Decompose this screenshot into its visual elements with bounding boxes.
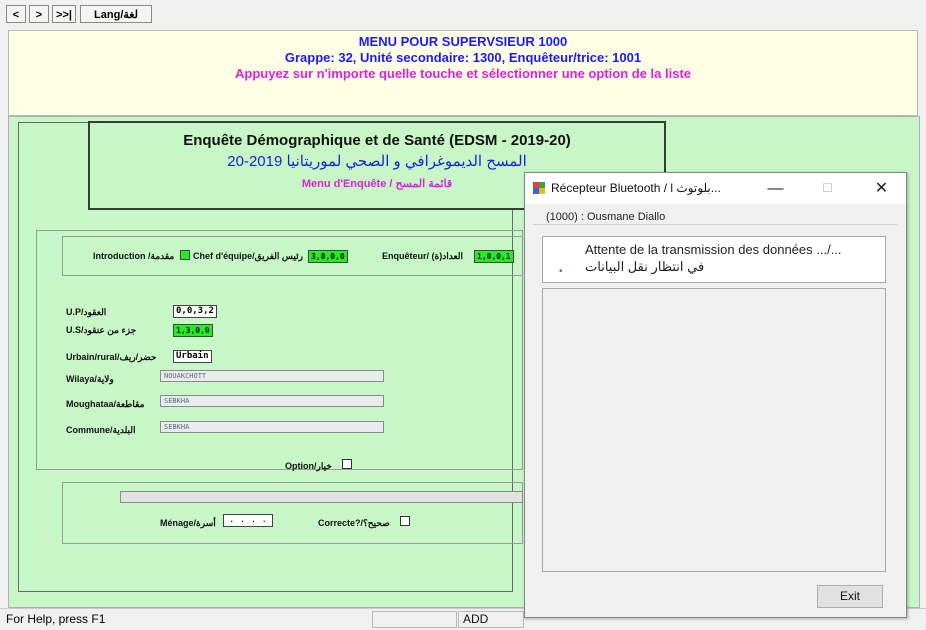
- data-panel: [542, 288, 886, 572]
- menage-field[interactable]: . . . .: [223, 514, 273, 527]
- urbain-rural-label: Urbain/rural/حضر/ريف: [66, 352, 157, 362]
- lang-button[interactable]: Lang/لغة: [80, 5, 152, 23]
- waiting-text-ar: في انتظار نقل البيانات: [585, 259, 705, 274]
- introduction-label: Introduction /مقدمة: [93, 251, 175, 261]
- moughataa-field[interactable]: SEBKHA: [160, 395, 384, 407]
- correcte-label: Correcte?/صحيح؟: [318, 518, 390, 528]
- wilaya-label: Wilaya/ولاية: [66, 374, 114, 384]
- toolbar: < > >>| Lang/لغة: [0, 0, 926, 26]
- option-checkbox[interactable]: [342, 459, 352, 469]
- commune-field[interactable]: SEBKHA: [160, 421, 384, 433]
- next-button[interactable]: >: [29, 5, 49, 23]
- header-title: MENU POUR SUPERVSIEUR 1000: [358, 34, 568, 49]
- minimize-button[interactable]: —: [753, 173, 798, 204]
- commune-label: Commune/البلدية: [66, 425, 136, 435]
- correcte-checkbox[interactable]: [400, 516, 410, 526]
- header-instruction: Appuyez sur n'importe quelle touche et s…: [235, 66, 691, 81]
- moughataa-label: Moughataa/مقاطعة: [66, 399, 145, 409]
- prev-button[interactable]: <: [6, 5, 26, 23]
- survey-title-arabic: المسح الديموغرافي و الصحي لموريتانيا 201…: [227, 153, 527, 170]
- survey-title: Enquête Démographique et de Santé (EDSM …: [183, 132, 571, 149]
- maximize-button[interactable]: ☐: [805, 173, 850, 204]
- user-label: (1000) : Ousmane Diallo: [546, 211, 666, 223]
- progress-bar: [120, 491, 523, 503]
- enqueteur-label: Enquêteur/ (ة)العداد: [382, 251, 464, 261]
- bluetooth-app-icon: [532, 181, 546, 200]
- supervisor-header: MENU POUR SUPERVSIEUR 1000 Grappe: 32, U…: [8, 30, 918, 116]
- urbain-rural-value[interactable]: Urbain: [173, 350, 212, 363]
- status-mode: ADD: [458, 611, 524, 628]
- dialog-titlebar[interactable]: Récepteur Bluetooth / l بلوتوث... — ☐ ✕: [525, 173, 906, 204]
- chef-equipe-label: Chef d'équipe/رئيس الفريق: [193, 251, 303, 261]
- us-value: 1,3,0,0: [173, 324, 213, 337]
- up-value[interactable]: 0,0,3,2: [173, 305, 217, 318]
- status-list[interactable]: • Attente de la transmission des données…: [542, 236, 886, 283]
- last-button[interactable]: >>|: [52, 5, 76, 23]
- user-group: (1000) : Ousmane Diallo: [533, 210, 897, 225]
- status-panel-empty: [372, 611, 457, 628]
- option-label: Option/خيار: [285, 461, 332, 471]
- status-help-text: For Help, press F1: [6, 612, 106, 626]
- introduction-indicator: [180, 250, 190, 260]
- exit-button[interactable]: Exit: [817, 585, 883, 608]
- bluetooth-dialog: Récepteur Bluetooth / l بلوتوث... — ☐ ✕ …: [524, 172, 907, 618]
- bullet-icon: •: [559, 266, 563, 277]
- waiting-text-fr: Attente de la transmission des données .…: [585, 242, 842, 257]
- header-cluster-info: Grappe: 32, Unité secondaire: 1300, Enqu…: [284, 50, 642, 65]
- menage-label: Ménage/أسرة: [160, 518, 216, 528]
- wilaya-field[interactable]: NOUAKCHOTT: [160, 370, 384, 382]
- dialog-title: Récepteur Bluetooth / l بلوتوث...: [551, 181, 721, 195]
- close-button[interactable]: ✕: [859, 173, 904, 204]
- enqueteur-value: 1,0,0,1: [474, 250, 514, 263]
- us-label: U.S/جزء من عنقود: [66, 325, 137, 335]
- chef-equipe-value: 3,0,0,0: [308, 250, 348, 263]
- up-label: U.P/العقود: [66, 307, 107, 317]
